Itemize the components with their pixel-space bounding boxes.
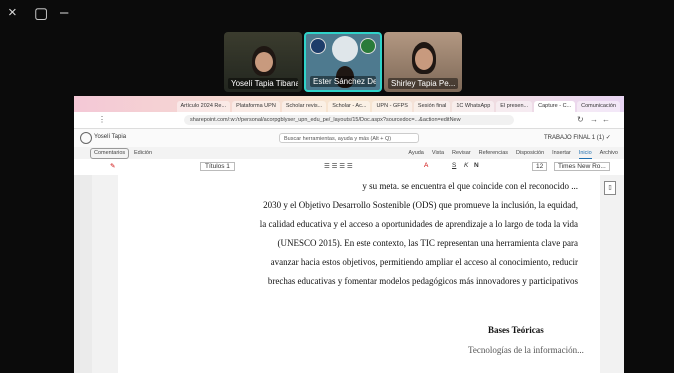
- doc-line: Tecnologías de la información...: [468, 345, 584, 355]
- page-icon[interactable]: ▯: [604, 181, 616, 195]
- participant-face: [415, 48, 433, 70]
- search-input[interactable]: Buscar herramientas, ayuda y más (Alt + …: [279, 133, 419, 143]
- editing-button[interactable]: Edición: [134, 147, 152, 159]
- browser-tab[interactable]: Comunicación: [577, 101, 620, 112]
- section-heading: Bases Teóricas: [488, 325, 544, 335]
- browser-tab-active[interactable]: Capture - C...: [534, 101, 576, 112]
- close-icon[interactable]: ×: [8, 4, 17, 21]
- document-paragraph: y su meta. se encuentra el que coincide …: [158, 177, 578, 291]
- logo-right: [360, 38, 376, 54]
- browser-tab[interactable]: Scholar revis...: [281, 101, 327, 112]
- left-sidebar: [74, 175, 93, 373]
- browser-tab[interactable]: UPN - GFPS: [372, 101, 412, 112]
- participant-name: Yoselí Tapia Tibana: [228, 78, 298, 89]
- logo-left: [310, 38, 326, 54]
- document-page[interactable]: y su meta. se encuentra el que coincide …: [118, 175, 600, 373]
- restore-icon[interactable]: ▢: [34, 4, 48, 22]
- user-name[interactable]: Yoselí Tapia: [94, 134, 126, 140]
- word-titlebar: TRABAJO FINAL 1 (1) ✓ Buscar herramienta…: [74, 129, 624, 147]
- participant-name: Ester Sánchez De la...: [310, 76, 376, 87]
- minimize-icon[interactable]: –: [60, 4, 68, 21]
- address-bar: ← → ↻ sharepoint.com/:w:/r/personal/acor…: [74, 112, 624, 129]
- browser-tab[interactable]: Sesión final: [413, 101, 451, 112]
- browser-tab[interactable]: El presen...: [496, 101, 533, 112]
- menu-icon[interactable]: ⋮: [98, 115, 106, 124]
- forward-icon[interactable]: →: [590, 115, 598, 124]
- doc-title[interactable]: TRABAJO FINAL 1 (1) ✓: [544, 134, 611, 141]
- participant-tile-1[interactable]: Yoselí Tapia Tibana: [224, 32, 302, 92]
- doc-line: brechas educativas y fomentar modelos pe…: [267, 276, 578, 286]
- doc-line: y su meta. se encuentra el que coincide …: [362, 181, 578, 191]
- browser-tabstrip: Comunicación Capture - C... El presen...…: [74, 96, 624, 112]
- tab-insertar[interactable]: Insertar: [552, 147, 571, 159]
- tab-referencias[interactable]: Referencias: [479, 147, 508, 159]
- browser-tab[interactable]: Artículo 2024 Re...: [176, 101, 231, 112]
- avatar[interactable]: [80, 132, 92, 144]
- participant-name: Shirley Tapia Pe...: [388, 78, 458, 89]
- font-size-select[interactable]: 12: [532, 162, 548, 171]
- browser-tab[interactable]: Plataforma UPN: [232, 101, 280, 112]
- browser-tab[interactable]: Scholar - Ac...: [328, 101, 371, 112]
- url-field[interactable]: sharepoint.com/:w:/r/personal/acorpgblys…: [184, 115, 514, 125]
- tab-ayuda[interactable]: Ayuda: [408, 147, 424, 159]
- comments-button[interactable]: Comentarios: [90, 148, 130, 159]
- tab-revisar[interactable]: Revisar: [452, 147, 471, 159]
- ribbon-tabs: Archivo Inicio Insertar Disposición Refe…: [74, 147, 624, 159]
- browser-tab[interactable]: 1C WhatsApp: [452, 101, 495, 112]
- tab-disposicion[interactable]: Disposición: [516, 147, 544, 159]
- doc-line: 2030 y el Objetivo Desarrollo Sostenible…: [263, 200, 578, 210]
- participant-tile-2[interactable]: Ester Sánchez De la...: [304, 32, 382, 92]
- university-seal: [332, 36, 358, 62]
- tab-vista[interactable]: Vista: [432, 147, 444, 159]
- back-icon[interactable]: ←: [602, 115, 610, 124]
- underline-button[interactable]: S: [452, 162, 456, 169]
- ribbon-toolbar: Times New Ro... 12 N K S A ☰ ☰ ☰ ☰ Títul…: [74, 159, 624, 176]
- meeting-top-bar: × ▢ –: [0, 0, 674, 28]
- align-icons[interactable]: ☰ ☰ ☰ ☰: [324, 162, 353, 170]
- editor-icon[interactable]: ✎: [110, 162, 115, 170]
- shared-screen: Comunicación Capture - C... El presen...…: [74, 96, 624, 373]
- italic-button[interactable]: K: [464, 162, 468, 169]
- bold-button[interactable]: N: [474, 162, 479, 169]
- font-color-icon[interactable]: A: [424, 162, 428, 169]
- doc-line: la calidad educativa y el acceso a oport…: [259, 219, 578, 229]
- reload-icon[interactable]: ↻: [577, 115, 584, 124]
- document-canvas: y su meta. se encuentra el que coincide …: [92, 175, 624, 373]
- doc-line: avanzar hacia estos objetivos, permitien…: [270, 257, 578, 267]
- participant-face: [255, 52, 273, 72]
- tab-archivo[interactable]: Archivo: [600, 147, 618, 159]
- tab-inicio[interactable]: Inicio: [578, 147, 592, 159]
- style-select[interactable]: Títulos 1: [200, 162, 235, 171]
- font-name-select[interactable]: Times New Ro...: [554, 162, 610, 171]
- doc-line: (UNESCO 2015). En este contexto, las TIC…: [277, 238, 578, 248]
- participant-tile-3[interactable]: Shirley Tapia Pe...: [384, 32, 462, 92]
